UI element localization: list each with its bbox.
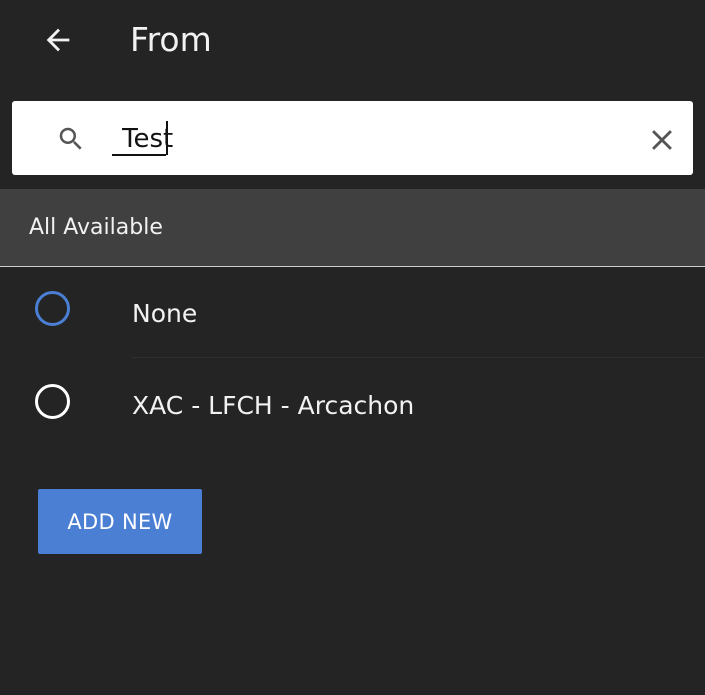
- radio-button[interactable]: [35, 384, 70, 419]
- arrow-left-icon: [46, 28, 70, 52]
- search-box[interactable]: [12, 101, 693, 175]
- text-caret: [166, 121, 168, 155]
- search-input-underline: [112, 154, 166, 156]
- option-xac-lfch-arcachon[interactable]: XAC - LFCH - Arcachon: [0, 358, 705, 448]
- section-header: All Available: [0, 189, 705, 267]
- add-new-button[interactable]: ADD NEW: [38, 489, 202, 554]
- search-input[interactable]: [122, 121, 602, 157]
- option-label: XAC - LFCH - Arcachon: [132, 391, 415, 420]
- radio-button[interactable]: [35, 291, 70, 326]
- close-icon: [652, 130, 672, 150]
- page-title: From: [130, 20, 212, 59]
- search-icon: [59, 127, 82, 150]
- option-label: None: [132, 299, 198, 328]
- clear-search-button[interactable]: [644, 122, 680, 158]
- app-bar: From: [0, 0, 705, 84]
- option-none[interactable]: None: [0, 267, 705, 357]
- back-button[interactable]: [38, 20, 78, 60]
- section-label: All Available: [29, 215, 163, 240]
